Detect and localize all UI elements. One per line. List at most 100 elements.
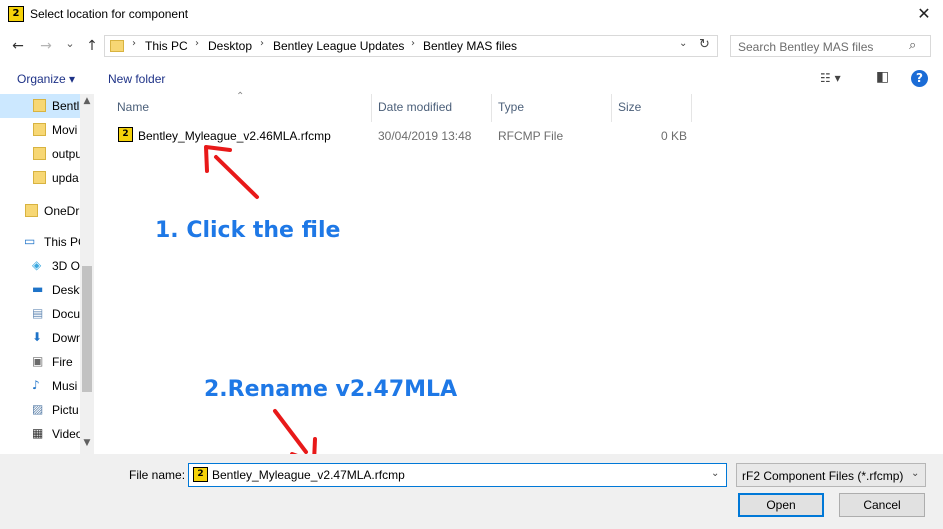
breadcrumb-desktop[interactable]: Desktop bbox=[208, 39, 252, 53]
new-folder-button[interactable]: New folder bbox=[108, 72, 165, 86]
search-input[interactable]: Search Bentley MAS files bbox=[738, 40, 873, 54]
scroll-down-icon[interactable]: ▼ bbox=[81, 438, 93, 448]
music-icon: ♪ bbox=[32, 378, 40, 392]
nav-pane-scrollbar[interactable]: ▲ ▼ bbox=[80, 94, 94, 454]
breadcrumb-separator-icon: › bbox=[260, 38, 264, 49]
nav-item-label: 3D O bbox=[52, 259, 80, 273]
nav-item-this-pc[interactable]: ▭ This PC bbox=[0, 230, 80, 254]
file-date: 30/04/2019 13:48 bbox=[378, 129, 472, 143]
nav-item-label: OneDr bbox=[44, 204, 80, 218]
nav-item-label: Musi bbox=[52, 379, 78, 393]
nav-item-label: Video bbox=[52, 427, 80, 441]
cube-icon: ◈ bbox=[32, 258, 42, 272]
picture-icon: ▨ bbox=[32, 402, 44, 416]
nav-item-label: Deskt bbox=[52, 283, 80, 297]
column-header-name[interactable]: Name bbox=[117, 100, 149, 114]
recent-locations-icon[interactable]: ⌄ bbox=[63, 34, 77, 54]
title-bar: 2 Select location for component ✕ bbox=[0, 0, 943, 30]
preview-pane-icon[interactable]: ◧ bbox=[876, 69, 889, 85]
nav-item-music[interactable]: ♪ Musi bbox=[0, 374, 80, 398]
window-title: Select location for component bbox=[30, 7, 189, 21]
forward-arrow-icon[interactable]: → bbox=[38, 36, 54, 56]
folder-icon bbox=[33, 171, 46, 184]
download-icon: ⬇ bbox=[32, 330, 43, 344]
nav-item-updates[interactable]: upda bbox=[0, 166, 80, 190]
nav-item-label: upda bbox=[52, 171, 79, 185]
back-arrow-icon[interactable]: ← bbox=[10, 36, 26, 56]
annotation-step-1: 1. Click the file bbox=[155, 218, 341, 243]
refresh-icon[interactable]: ↻ bbox=[699, 37, 710, 52]
file-type-value: rF2 Component Files (*.rfcmp) bbox=[742, 469, 904, 483]
column-header-type[interactable]: Type bbox=[498, 100, 524, 114]
rfcmp-file-icon: 2 bbox=[193, 467, 208, 482]
command-bar: Organize ▾ New folder ☷ ▾ ◧ ? bbox=[0, 64, 943, 94]
file-name-dropdown-icon[interactable]: ⌄ bbox=[711, 468, 719, 479]
file-row[interactable]: 2 Bentley_Myleague_v2.46MLA.rfcmp 30/04/… bbox=[113, 124, 693, 146]
open-button[interactable]: Open bbox=[738, 493, 824, 517]
file-name[interactable]: Bentley_Myleague_v2.46MLA.rfcmp bbox=[138, 129, 331, 143]
dialog-footer: File name: 2 Bentley_Myleague_v2.47MLA.r… bbox=[0, 454, 943, 529]
rfcmp-file-icon: 2 bbox=[118, 127, 133, 142]
file-type-select[interactable]: rF2 Component Files (*.rfcmp) ⌄ bbox=[736, 463, 926, 487]
nav-item-onedrive[interactable]: OneDr bbox=[0, 199, 80, 223]
folder-icon bbox=[33, 123, 46, 136]
nav-item-label: Bentl bbox=[52, 99, 80, 113]
search-icon[interactable]: ⌕ bbox=[909, 38, 916, 53]
column-divider[interactable] bbox=[371, 94, 372, 122]
desktop-icon: ▬ bbox=[32, 282, 44, 296]
up-arrow-icon[interactable]: ↑ bbox=[84, 36, 100, 56]
breadcrumb-this-pc[interactable]: This PC bbox=[145, 39, 188, 53]
file-dialog: 2 Select location for component ✕ ← → ⌄ … bbox=[0, 0, 943, 529]
column-divider[interactable] bbox=[691, 94, 692, 122]
column-header-size[interactable]: Size bbox=[618, 100, 641, 114]
file-name-input[interactable]: Bentley_Myleague_v2.47MLA.rfcmp bbox=[212, 468, 405, 482]
nav-item-desktop[interactable]: ▬ Deskt bbox=[0, 278, 80, 302]
file-name-field[interactable]: 2 Bentley_Myleague_v2.47MLA.rfcmp ⌄ bbox=[188, 463, 727, 487]
search-box[interactable]: Search Bentley MAS files ⌕ bbox=[730, 35, 931, 57]
file-name-label: File name: bbox=[129, 468, 186, 482]
nav-item-label: outpu bbox=[52, 147, 80, 161]
nav-item-output[interactable]: outpu bbox=[0, 142, 80, 166]
breadcrumb-bentley-league-updates[interactable]: Bentley League Updates bbox=[273, 39, 404, 53]
view-options-icon[interactable]: ☷ ▾ bbox=[820, 71, 841, 85]
file-type-dropdown-icon[interactable]: ⌄ bbox=[911, 468, 919, 479]
arrow-to-file bbox=[204, 145, 259, 199]
nav-item-label: Pictu bbox=[52, 403, 79, 417]
file-type: RFCMP File bbox=[498, 129, 564, 143]
nav-item-label: Down bbox=[52, 331, 80, 345]
column-divider[interactable] bbox=[491, 94, 492, 122]
address-dropdown-icon[interactable]: ⌄ bbox=[679, 38, 687, 49]
drive-icon: ▣ bbox=[32, 354, 44, 368]
nav-item-bentley[interactable]: Bentl bbox=[0, 94, 80, 118]
sort-ascending-icon: ⌃ bbox=[236, 91, 245, 102]
folder-icon bbox=[110, 40, 124, 52]
scroll-up-icon[interactable]: ▲ bbox=[81, 96, 93, 106]
folder-icon bbox=[33, 99, 46, 112]
breadcrumb-separator-icon: › bbox=[195, 38, 199, 49]
breadcrumb-bentley-mas-files[interactable]: Bentley MAS files bbox=[423, 39, 517, 53]
nav-item-fire[interactable]: ▣ Fire bbox=[0, 350, 80, 374]
column-header-date[interactable]: Date modified bbox=[378, 100, 452, 114]
organize-button[interactable]: Organize ▾ bbox=[17, 72, 75, 86]
cancel-button[interactable]: Cancel bbox=[839, 493, 925, 517]
nav-item-downloads[interactable]: ⬇ Down bbox=[0, 326, 80, 350]
address-bar[interactable]: › This PC › Desktop › Bentley League Upd… bbox=[104, 35, 718, 57]
nav-item-3d-objects[interactable]: ◈ 3D O bbox=[0, 254, 80, 278]
folder-icon bbox=[33, 147, 46, 160]
nav-item-label: This PC bbox=[44, 235, 80, 249]
breadcrumb-separator-icon: › bbox=[411, 38, 415, 49]
scrollbar-thumb[interactable] bbox=[82, 266, 92, 392]
nav-item-pictures[interactable]: ▨ Pictu bbox=[0, 398, 80, 422]
video-icon: ▦ bbox=[32, 426, 44, 440]
nav-item-videos[interactable]: ▦ Video bbox=[0, 422, 80, 446]
app-icon: 2 bbox=[8, 6, 24, 22]
help-icon[interactable]: ? bbox=[911, 70, 928, 87]
column-divider[interactable] bbox=[611, 94, 612, 122]
close-icon[interactable]: ✕ bbox=[911, 3, 937, 25]
nav-item-label: Fire bbox=[52, 355, 73, 369]
breadcrumb-separator-icon: › bbox=[132, 38, 136, 49]
file-size: 0 KB bbox=[661, 129, 688, 143]
nav-item-documents[interactable]: ▤ Docu bbox=[0, 302, 80, 326]
nav-item-movies[interactable]: Movi bbox=[0, 118, 80, 142]
nav-item-label: Docu bbox=[52, 307, 80, 321]
